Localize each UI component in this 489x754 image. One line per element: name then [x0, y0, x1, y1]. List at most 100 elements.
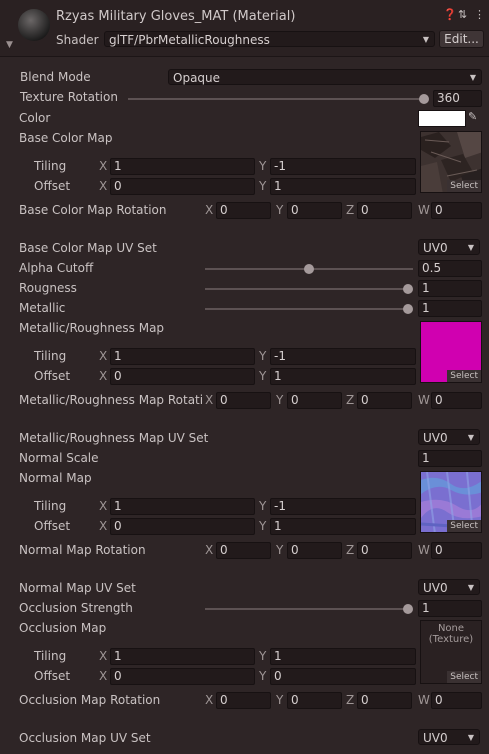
- rotation-x-axis-label: X: [205, 543, 214, 557]
- metallic-roughness-offset-x-field[interactable]: 0: [110, 368, 255, 385]
- metallic-roughness-map-select-button[interactable]: Select: [447, 370, 481, 382]
- texture-rotation-slider[interactable]: [128, 98, 424, 100]
- normal-tiling-x-field[interactable]: 1: [110, 498, 255, 515]
- rotation-w-axis-label: W: [418, 543, 430, 557]
- normal-rotation-z-field[interactable]: 0: [357, 542, 412, 559]
- metallic-label: Metallic: [19, 301, 66, 315]
- tiling-y-axis-label: Y: [259, 649, 267, 663]
- normal-map-uv-set-dropdown[interactable]: UV0 ▼: [418, 579, 480, 595]
- metallic-roughness-offset-y-field[interactable]: 1: [270, 368, 416, 385]
- roughness-field[interactable]: 1: [418, 280, 482, 297]
- occlusion-tiling-y-field[interactable]: 1: [270, 648, 416, 665]
- rotation-z-axis-label: Z: [346, 393, 355, 407]
- normal-scale-field[interactable]: 1: [418, 450, 482, 467]
- normal-offset-y-field[interactable]: 1: [270, 518, 416, 535]
- metallic-roughness-uv-set-label: Metallic/Roughness Map UV Set: [19, 431, 209, 445]
- occlusion-strength-slider[interactable]: [205, 608, 408, 610]
- normal-rotation-w-field[interactable]: 0: [431, 542, 482, 559]
- occlusion-map-texture-slot[interactable]: None (Texture) Select: [420, 620, 482, 684]
- alpha-cutoff-field[interactable]: 0.5: [418, 260, 482, 277]
- metallic-roughness-rotation-z-field[interactable]: 0: [357, 392, 412, 409]
- tiling-y-axis-label: Y: [259, 159, 267, 173]
- rotation-w-axis-label: W: [418, 203, 430, 217]
- metallic-roughness-tiling-y-field[interactable]: -1: [270, 348, 416, 365]
- chevron-down-icon: ▼: [467, 733, 474, 742]
- normal-rotation-x-field[interactable]: 0: [216, 542, 271, 559]
- alpha-cutoff-slider-handle[interactable]: [304, 264, 314, 274]
- base-color-rotation-z-field[interactable]: 0: [357, 202, 412, 219]
- base-color-uv-set-label: Base Color Map UV Set: [19, 241, 157, 255]
- normal-offset-x-field[interactable]: 0: [110, 518, 255, 535]
- offset-x-axis-label: X: [99, 669, 108, 683]
- roughness-slider[interactable]: [205, 288, 408, 290]
- occlusion-tiling-label: Tiling: [34, 649, 67, 663]
- offset-x-axis-label: X: [99, 519, 108, 533]
- base-color-rotation-y-field[interactable]: 0: [287, 202, 342, 219]
- roughness-label: Rougness: [19, 281, 77, 295]
- normal-tiling-y-field[interactable]: -1: [270, 498, 416, 515]
- color-label: Color: [19, 111, 51, 125]
- eyedropper-icon[interactable]: ✎: [468, 110, 477, 123]
- metallic-field[interactable]: 1: [418, 300, 482, 317]
- normal-rotation-y-field[interactable]: 0: [287, 542, 342, 559]
- blend-mode-dropdown[interactable]: Opaque ▼: [168, 69, 482, 85]
- base-color-offset-x-field[interactable]: 0: [110, 178, 255, 195]
- metallic-roughness-tiling-x-field[interactable]: 1: [110, 348, 255, 365]
- metallic-roughness-map-texture-slot[interactable]: Select: [420, 321, 482, 383]
- rotation-w-axis-label: W: [418, 393, 430, 407]
- shader-label: Shader: [56, 33, 99, 47]
- preset-icon[interactable]: ⇅: [458, 8, 467, 21]
- offset-x-axis-label: X: [99, 179, 108, 193]
- occlusion-map-label: Occlusion Map: [19, 621, 107, 635]
- help-icon[interactable]: ❓: [443, 8, 457, 21]
- rotation-z-axis-label: Z: [346, 543, 355, 557]
- base-color-offset-y-field[interactable]: 1: [270, 178, 416, 195]
- normal-map-select-button[interactable]: Select: [447, 520, 481, 532]
- metallic-roughness-rotation-x-field[interactable]: 0: [216, 392, 271, 409]
- normal-map-texture-slot[interactable]: Select: [420, 471, 482, 533]
- color-swatch[interactable]: [418, 110, 466, 127]
- base-color-map-texture-slot[interactable]: Select: [420, 131, 482, 193]
- normal-map-uv-value: UV0: [423, 581, 448, 595]
- occlusion-offset-y-field[interactable]: 0: [270, 668, 416, 685]
- base-color-uv-set-dropdown[interactable]: UV0 ▼: [418, 239, 480, 255]
- roughness-slider-handle[interactable]: [403, 284, 413, 294]
- texture-rotation-label: Texture Rotation: [20, 90, 118, 104]
- occlusion-rotation-z-field[interactable]: 0: [357, 692, 412, 709]
- occlusion-offset-x-field[interactable]: 0: [110, 668, 255, 685]
- texture-rotation-field[interactable]: 360: [433, 90, 482, 107]
- occlusion-strength-field[interactable]: 1: [418, 600, 482, 617]
- foldout-arrow-icon[interactable]: ▼: [6, 40, 13, 50]
- base-color-tiling-y-field[interactable]: -1: [270, 158, 416, 175]
- metallic-slider-handle[interactable]: [403, 304, 413, 314]
- base-color-uv-value: UV0: [423, 241, 448, 255]
- occlusion-strength-slider-handle[interactable]: [403, 604, 413, 614]
- metallic-slider[interactable]: [205, 308, 408, 310]
- base-color-map-select-button[interactable]: Select: [447, 180, 481, 192]
- offset-y-axis-label: Y: [259, 179, 267, 193]
- occlusion-map-select-button[interactable]: Select: [447, 671, 481, 683]
- occlusion-tiling-x-field[interactable]: 1: [110, 648, 255, 665]
- occlusion-rotation-w-field[interactable]: 0: [431, 692, 482, 709]
- normal-map-uv-set-label: Normal Map UV Set: [19, 581, 136, 595]
- occlusion-map-uv-set-dropdown[interactable]: UV0 ▼: [418, 729, 480, 745]
- material-title: Rzyas Military Gloves_MAT (Material): [56, 9, 296, 24]
- base-color-rotation-w-field[interactable]: 0: [431, 202, 482, 219]
- base-color-tiling-x-field[interactable]: 1: [110, 158, 255, 175]
- metallic-roughness-rotation-y-field[interactable]: 0: [287, 392, 342, 409]
- base-color-rotation-x-field[interactable]: 0: [216, 202, 271, 219]
- more-icon[interactable]: ⋮: [474, 8, 485, 21]
- texture-rotation-slider-handle[interactable]: [419, 94, 429, 104]
- occlusion-rotation-x-field[interactable]: 0: [216, 692, 271, 709]
- metallic-roughness-uv-set-dropdown[interactable]: UV0 ▼: [418, 429, 480, 445]
- alpha-cutoff-label: Alpha Cutoff: [19, 261, 94, 275]
- shader-dropdown[interactable]: glTF/PbrMetallicRoughness ▼: [104, 31, 435, 47]
- occlusion-offset-label: Offset: [34, 669, 71, 683]
- tiling-x-axis-label: X: [99, 159, 108, 173]
- tiling-y-axis-label: Y: [259, 499, 267, 513]
- occlusion-rotation-y-field[interactable]: 0: [287, 692, 342, 709]
- metallic-roughness-rotation-w-field[interactable]: 0: [431, 392, 482, 409]
- rotation-x-axis-label: X: [205, 393, 214, 407]
- edit-shader-button[interactable]: Edit...: [439, 30, 484, 48]
- tiling-x-axis-label: X: [99, 349, 108, 363]
